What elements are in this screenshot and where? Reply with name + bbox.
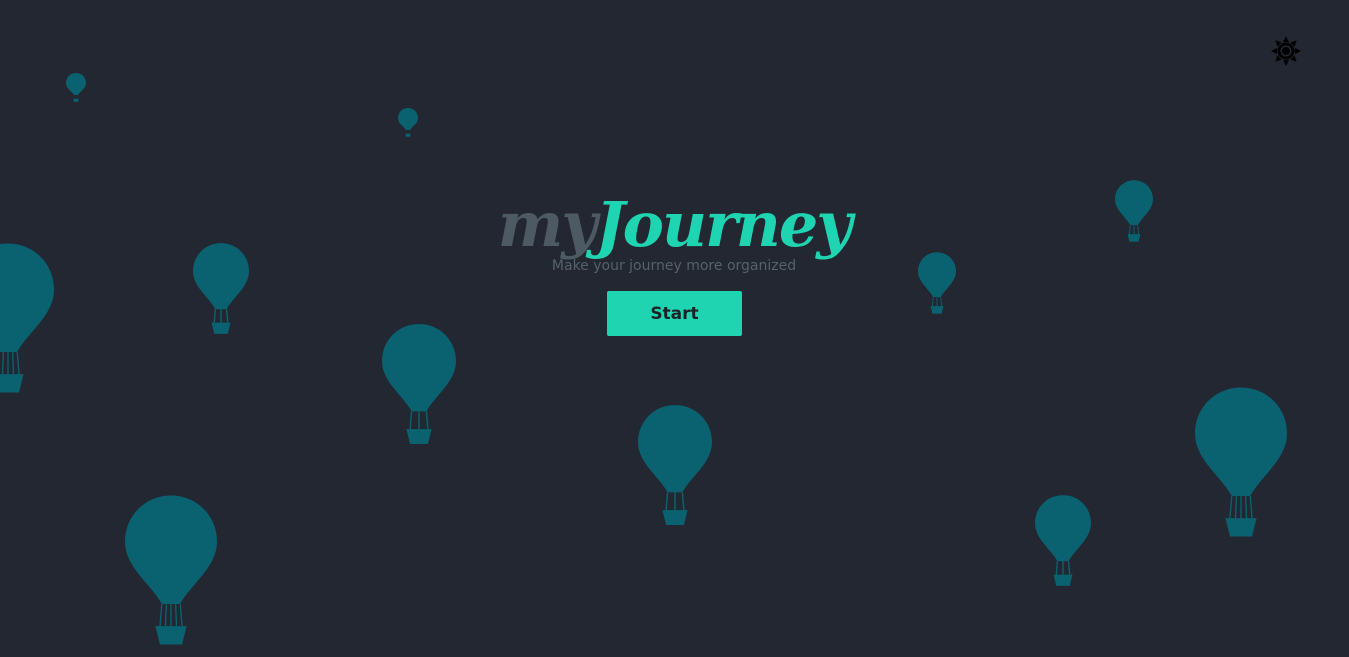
app-logo: myJourney (474, 186, 874, 264)
logo-prefix: my (497, 188, 598, 261)
hot-air-balloon-icon (1195, 387, 1287, 537)
start-button[interactable]: Start (607, 291, 742, 336)
hot-air-balloon-icon (918, 252, 956, 314)
hot-air-balloon-icon (66, 73, 86, 103)
sun-icon (1271, 36, 1301, 66)
hot-air-balloon-icon (0, 243, 54, 393)
hot-air-balloon-icon (638, 405, 712, 525)
hot-air-balloon-icon (193, 243, 249, 334)
logo-main: Journey (595, 188, 852, 261)
brand-header: myJourney Make your journey more organiz… (474, 186, 874, 274)
hot-air-balloon-icon (398, 108, 418, 138)
hot-air-balloon-icon (1115, 180, 1153, 242)
hot-air-balloon-icon (125, 495, 217, 645)
theme-toggle-button[interactable] (1271, 36, 1301, 66)
hot-air-balloon-icon (382, 324, 456, 444)
hot-air-balloon-icon (1035, 495, 1091, 586)
